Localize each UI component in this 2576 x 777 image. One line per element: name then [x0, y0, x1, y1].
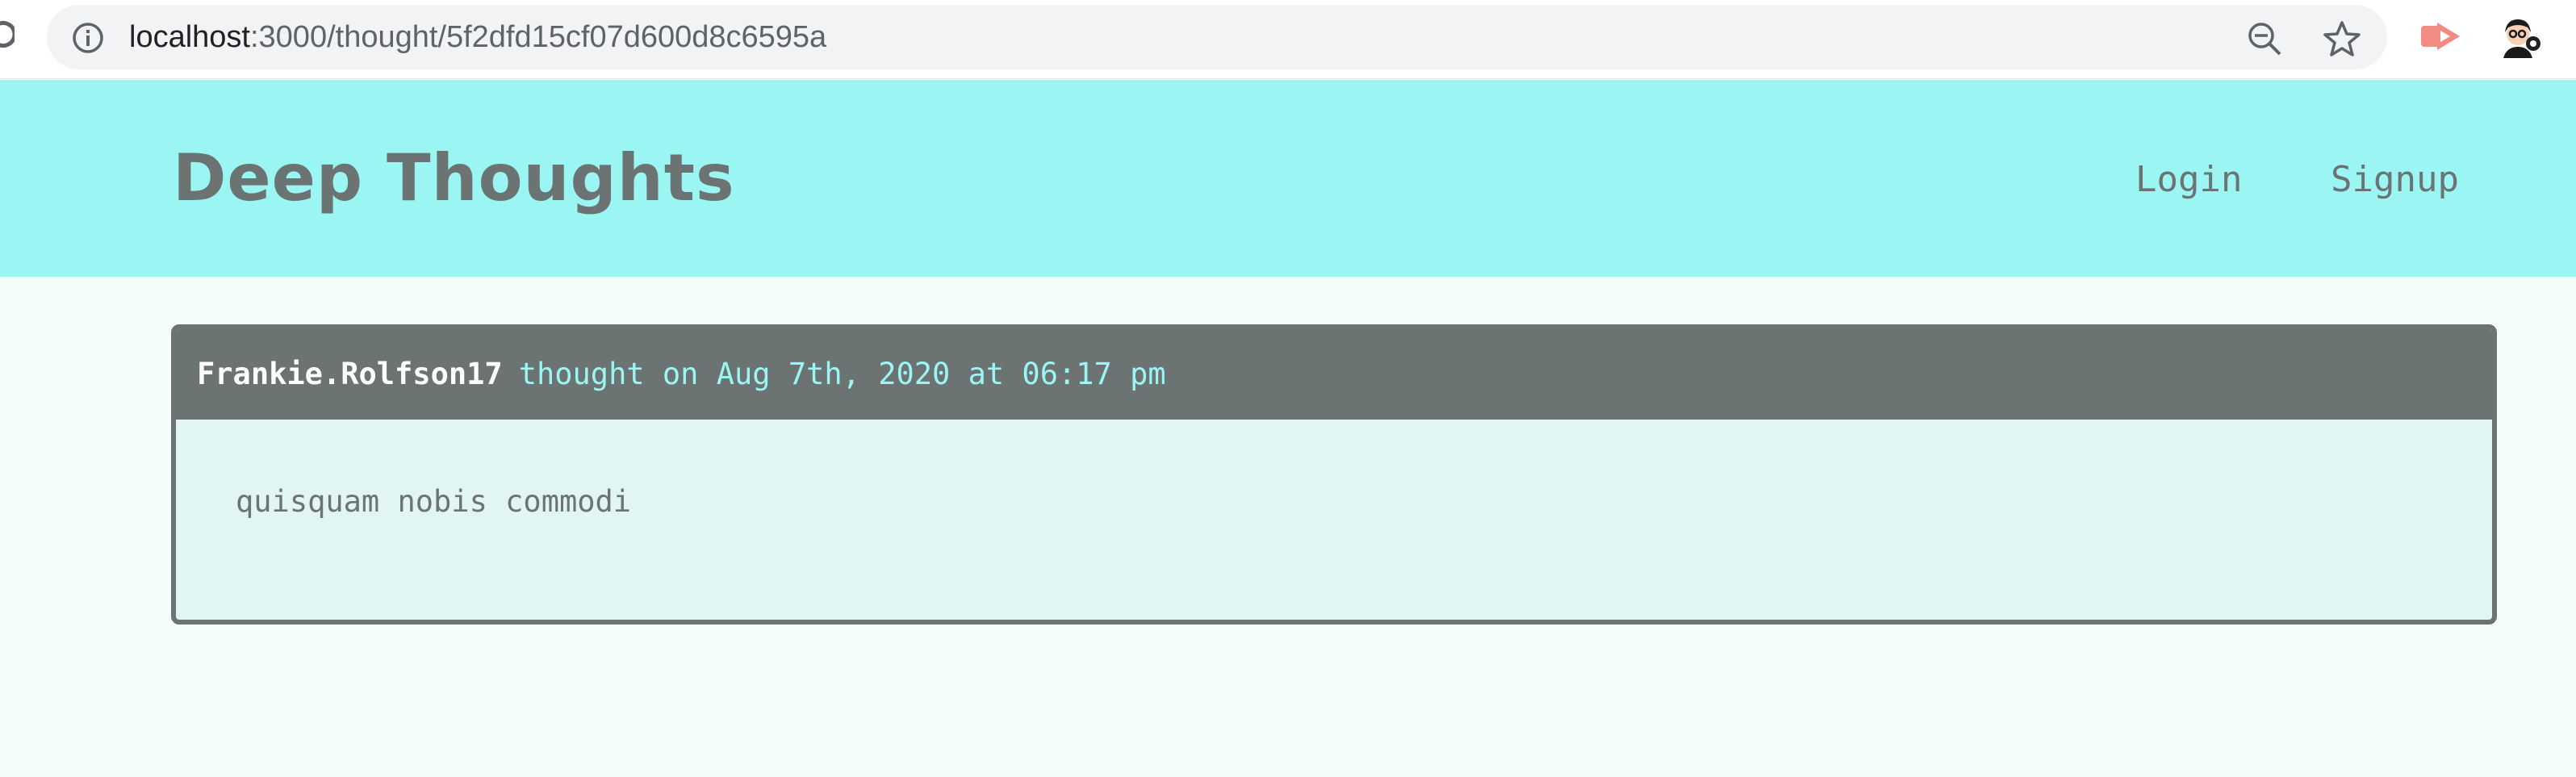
thought-card: Frankie.Rolfson17 thought on Aug 7th, 202…: [171, 324, 2497, 625]
url-text[interactable]: localhost:3000/thought/5f2dfd15cf07d600d…: [129, 19, 826, 56]
thought-meta: thought on Aug 7th, 2020 at 06:17 pm: [518, 357, 1166, 391]
zoom-out-icon[interactable]: [2247, 21, 2282, 56]
site-title[interactable]: Deep Thoughts: [173, 138, 735, 219]
login-link[interactable]: Login: [2135, 157, 2242, 203]
url-host: localhost: [129, 20, 250, 54]
thought-card-header: Frankie.Rolfson17 thought on Aug 7th, 202…: [176, 329, 2492, 420]
url-path: :3000/thought/5f2dfd15cf07d600d8c6595a: [249, 20, 827, 54]
browser-toolbar: localhost:3000/thought/5f2dfd15cf07d600d…: [0, 0, 2576, 79]
reload-icon[interactable]: [0, 18, 15, 52]
thought-body: quisquam nobis commodi: [176, 420, 2492, 521]
star-icon[interactable]: [2323, 19, 2361, 58]
app-header: Deep Thoughts Login Signup: [0, 80, 2576, 277]
info-icon[interactable]: [71, 21, 105, 55]
signup-link[interactable]: Signup: [2331, 157, 2459, 203]
profile-avatar[interactable]: [2497, 15, 2542, 60]
address-bar[interactable]: localhost:3000/thought/5f2dfd15cf07d600d…: [47, 5, 2387, 69]
thought-text: quisquam nobis commodi: [236, 484, 632, 519]
thought-author[interactable]: Frankie.Rolfson17: [197, 357, 503, 391]
extension-icon[interactable]: [2419, 18, 2463, 55]
